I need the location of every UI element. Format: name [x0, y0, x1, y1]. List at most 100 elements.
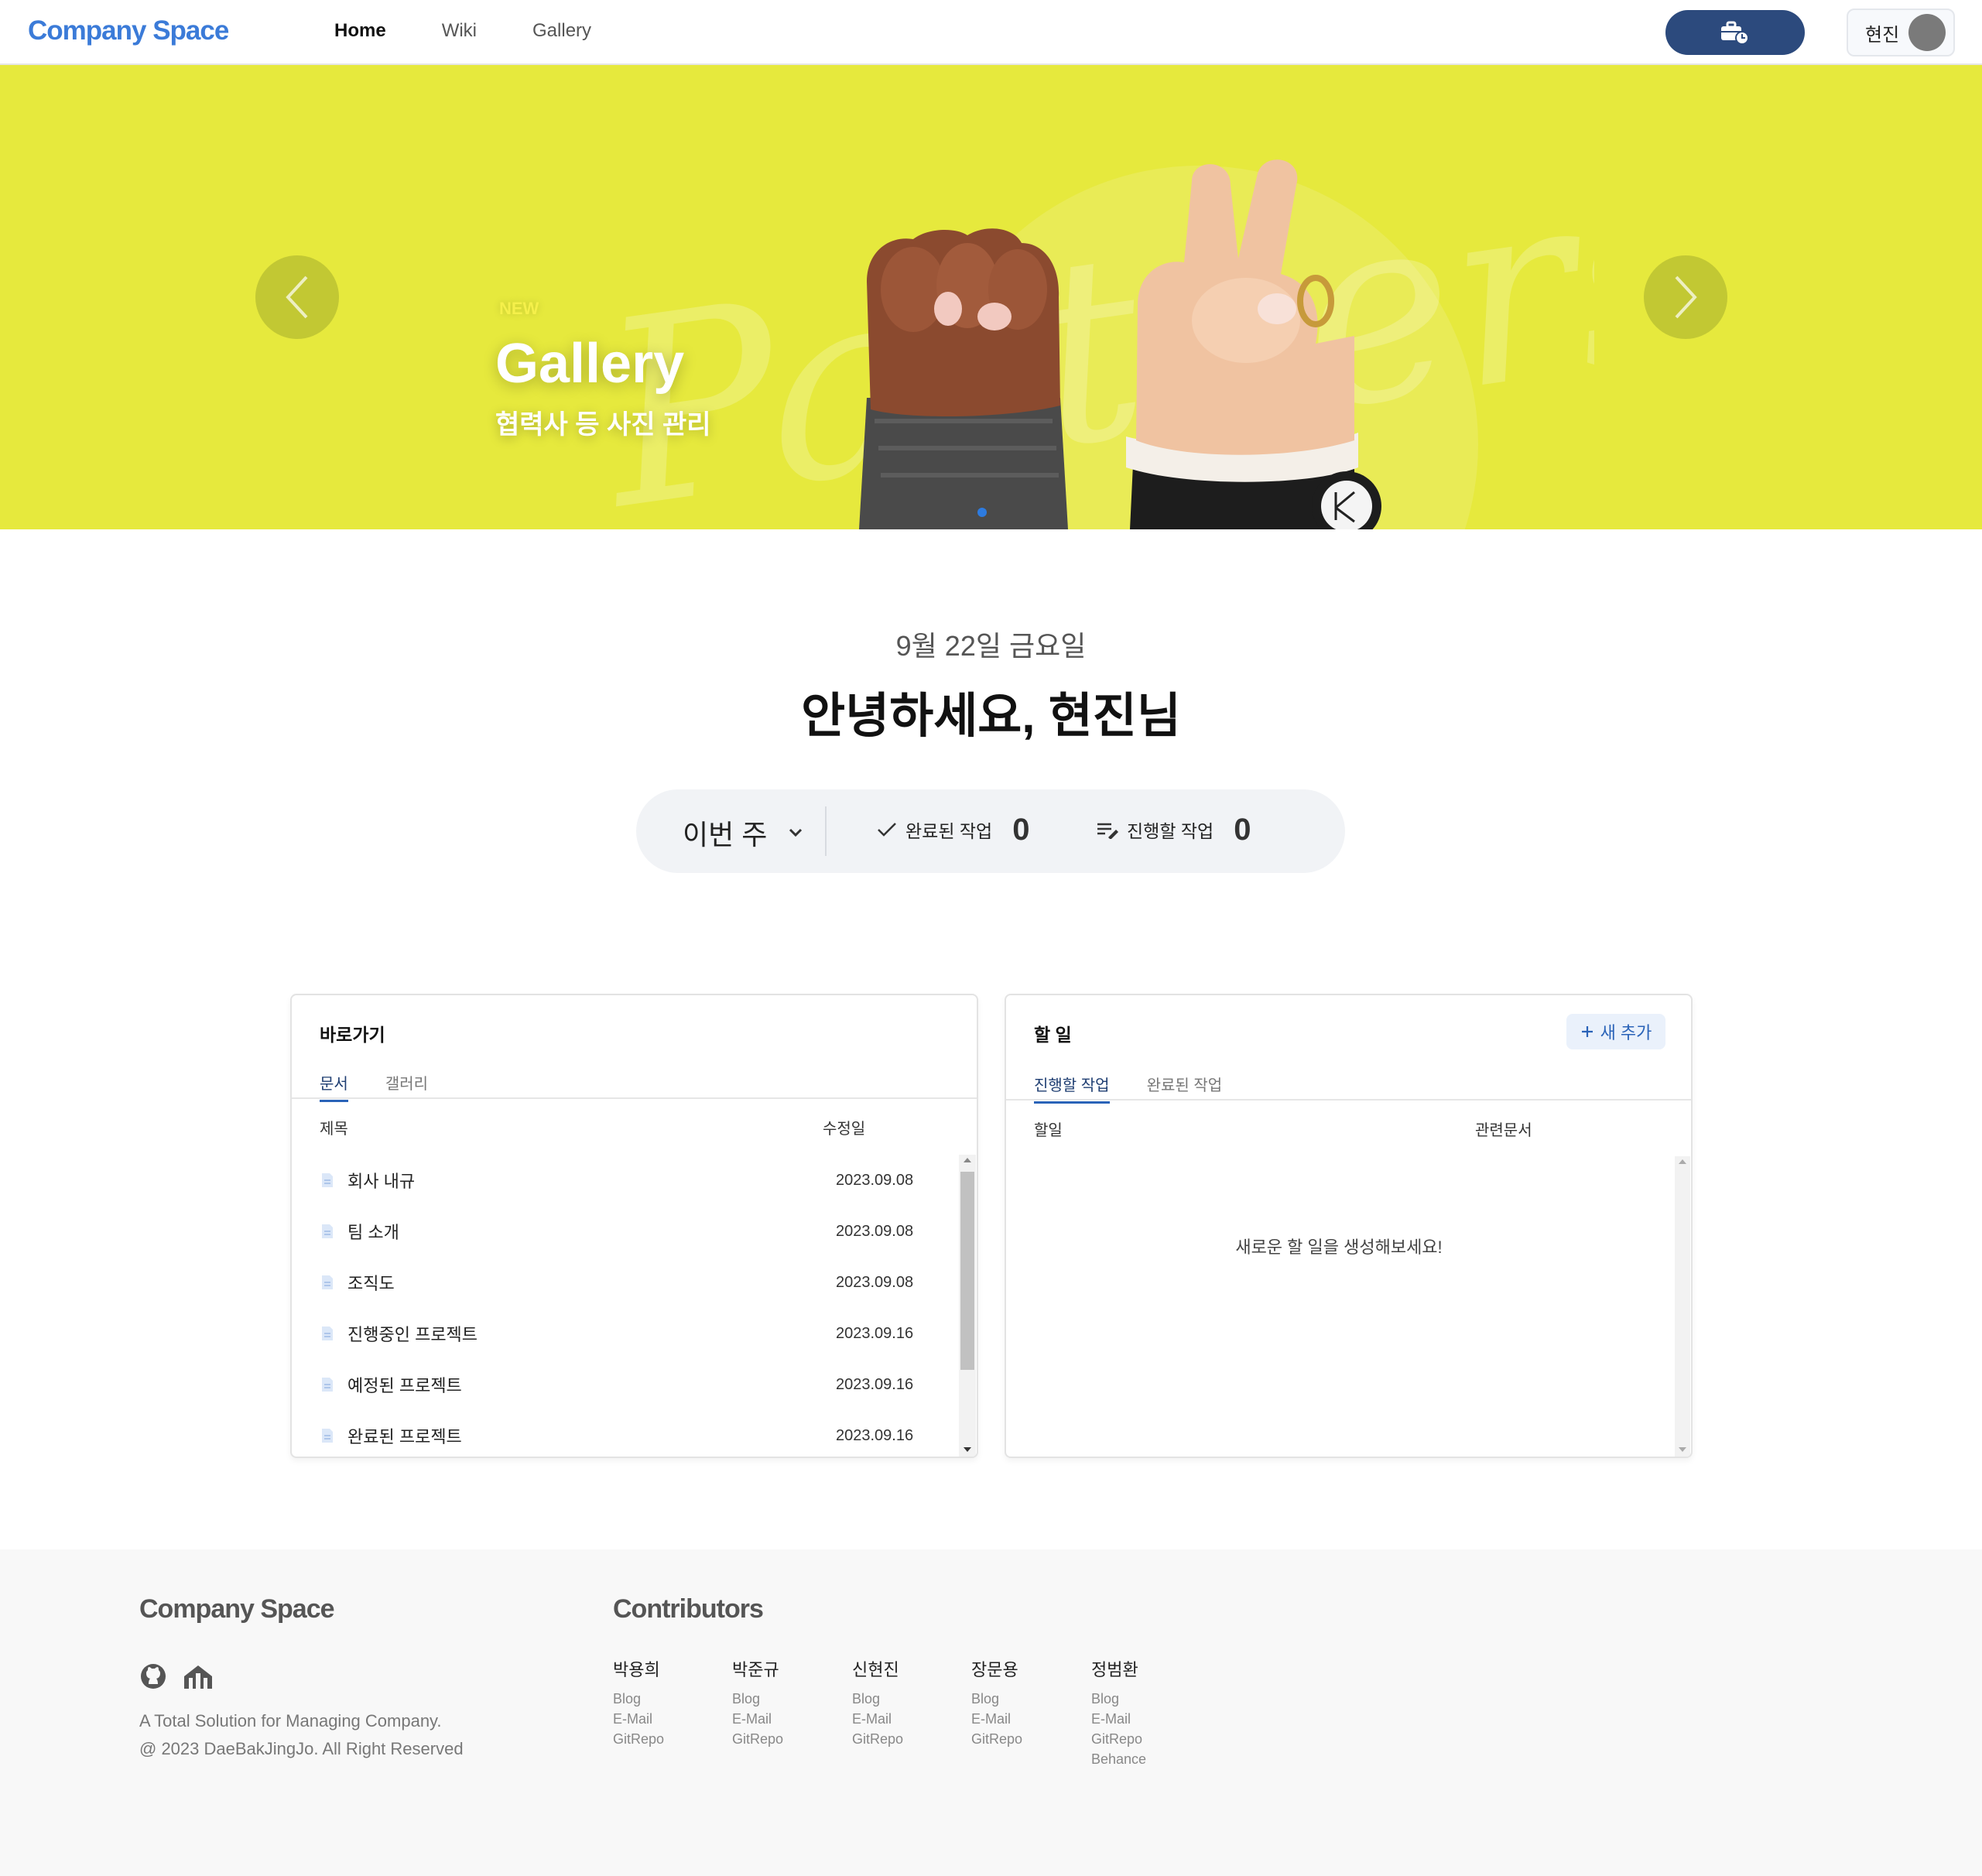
scroll-up-icon[interactable]: [963, 1156, 972, 1164]
main-nav: Home Wiki Gallery: [334, 20, 591, 42]
contributor: 정범환 Blog E-Mail GitRepo Behance: [1091, 1656, 1146, 1769]
nav-wiki[interactable]: Wiki: [442, 20, 477, 42]
gitrepo-link[interactable]: GitRepo: [732, 1729, 783, 1749]
period-select[interactable]: 이번 주: [683, 813, 803, 853]
carousel-indicator[interactable]: [977, 508, 987, 517]
gitrepo-link[interactable]: GitRepo: [613, 1729, 664, 1749]
contributor: 박용희 Blog E-Mail GitRepo: [613, 1656, 664, 1749]
period-select-value: 이번 주: [683, 819, 768, 851]
nav-gallery[interactable]: Gallery: [532, 20, 591, 42]
document-date: 2023.09.16: [836, 1375, 914, 1393]
user-name: 현진: [1865, 24, 1900, 46]
document-row[interactable]: 팀 소개 2023.09.08: [320, 1206, 931, 1257]
todo-title: 할 일: [1034, 1025, 1072, 1045]
scrollbar-thumb[interactable]: [960, 1172, 974, 1370]
email-link[interactable]: E-Mail: [613, 1709, 664, 1729]
contributor-name: 박준규: [732, 1660, 779, 1679]
chevron-right-icon: [1675, 276, 1697, 319]
banner-subtitle: 협력사 등 사진 관리: [495, 410, 711, 440]
app-logo[interactable]: Company Space: [28, 15, 229, 46]
add-todo-button[interactable]: 새 추가: [1566, 1014, 1665, 1049]
banner-next-button[interactable]: [1644, 255, 1727, 339]
document-icon: [322, 1275, 333, 1289]
contributor: 신현진 Blog E-Mail GitRepo: [852, 1656, 903, 1749]
todo-card: 할 일 새 추가 진행할 작업 완료된 작업 할일 관련문서 새로운 할 일을 …: [1005, 994, 1693, 1458]
completed-label: 완료된 작업: [905, 821, 993, 841]
plus-icon: [1581, 1026, 1593, 1037]
email-link[interactable]: E-Mail: [852, 1709, 903, 1729]
column-header-title: 제목: [320, 1121, 348, 1138]
user-menu-button[interactable]: 현진: [1847, 9, 1955, 56]
divider: [292, 1097, 977, 1099]
email-link[interactable]: E-Mail: [732, 1709, 783, 1729]
edit-list-icon: [1097, 823, 1118, 839]
scroll-down-icon[interactable]: [963, 1446, 972, 1453]
document-row[interactable]: 예정된 프로젝트 2023.09.16: [320, 1359, 931, 1410]
contributor-name: 정범환: [1091, 1660, 1138, 1679]
gitrepo-link[interactable]: GitRepo: [971, 1729, 1022, 1749]
column-header-modified: 수정일: [823, 1121, 866, 1138]
column-header-related-doc: 관련문서: [1475, 1122, 1532, 1139]
org-icon[interactable]: [181, 1662, 215, 1690]
document-icon: [322, 1429, 333, 1443]
contributors-title: Contributors: [613, 1594, 764, 1624]
github-icon[interactable]: [139, 1662, 167, 1690]
banner-new-badge: NEW: [499, 299, 539, 318]
shortcuts-title: 바로가기: [320, 1025, 385, 1045]
document-title: 조직도: [347, 1274, 395, 1293]
footer-description: A Total Solution for Managing Company. @…: [139, 1707, 464, 1763]
briefcase-clock-icon: [1721, 21, 1749, 45]
document-row[interactable]: 조직도 2023.09.08: [320, 1257, 931, 1308]
contributor-name: 장문용: [971, 1660, 1018, 1679]
nav-home[interactable]: Home: [334, 20, 386, 42]
column-header-task: 할일: [1034, 1122, 1063, 1139]
blog-link[interactable]: Blog: [1091, 1689, 1146, 1709]
footer-icons: [139, 1662, 215, 1690]
email-link[interactable]: E-Mail: [1091, 1709, 1146, 1729]
blog-link[interactable]: Blog: [971, 1689, 1022, 1709]
scroll-up-icon[interactable]: [1678, 1158, 1687, 1166]
behance-link[interactable]: Behance: [1091, 1749, 1146, 1769]
banner-prev-button[interactable]: [255, 255, 339, 339]
footer-copyright: @ 2023 DaeBakJingJo. All Right Reserved: [139, 1739, 464, 1758]
gitrepo-link[interactable]: GitRepo: [852, 1729, 903, 1749]
hero-banner: Partners NEW Gallery 협력사 등 사진 관리: [0, 65, 1982, 529]
chevron-left-icon: [286, 276, 308, 319]
add-todo-label: 새 추가: [1600, 1023, 1652, 1042]
contributor: 장문용 Blog E-Mail GitRepo: [971, 1656, 1022, 1749]
footer-tagline: A Total Solution for Managing Company.: [139, 1711, 442, 1731]
scrollbar[interactable]: [1675, 1156, 1690, 1457]
document-icon: [322, 1173, 333, 1187]
greeting-message: 안녕하세요, 현진님: [801, 690, 1181, 743]
document-row[interactable]: 완료된 프로젝트 2023.09.16: [320, 1410, 931, 1457]
document-row[interactable]: 회사 내규 2023.09.08: [320, 1155, 931, 1206]
gitrepo-link[interactable]: GitRepo: [1091, 1729, 1146, 1749]
document-icon: [322, 1378, 333, 1392]
todo-stat: 진행할 작업 0: [1096, 813, 1251, 847]
document-date: 2023.09.08: [836, 1222, 914, 1240]
document-icon: [322, 1224, 333, 1238]
document-title: 예정된 프로젝트: [347, 1376, 462, 1395]
banner-title: Gallery: [495, 333, 685, 395]
work-status-button[interactable]: [1665, 10, 1805, 55]
document-row[interactable]: 진행중인 프로젝트 2023.09.16: [320, 1308, 931, 1359]
blog-link[interactable]: Blog: [613, 1689, 664, 1709]
todo-label: 진행할 작업: [1127, 821, 1214, 841]
contributor-name: 박용희: [613, 1660, 660, 1679]
divider: [1006, 1099, 1691, 1101]
empty-todo-message: 새로운 할 일을 생성해보세요!: [1235, 1238, 1443, 1257]
document-date: 2023.09.08: [836, 1171, 914, 1189]
document-date: 2023.09.16: [836, 1426, 914, 1444]
contributor-name: 신현진: [852, 1660, 899, 1679]
weekly-stats-bar: 이번 주 완료된 작업 0 진행할 작업 0: [636, 789, 1345, 873]
document-title: 진행중인 프로젝트: [347, 1325, 478, 1344]
todo-count: 0: [1234, 813, 1251, 847]
footer-logo: Company Space: [139, 1594, 335, 1624]
email-link[interactable]: E-Mail: [971, 1709, 1022, 1729]
document-title: 회사 내규: [347, 1172, 416, 1191]
scroll-down-icon[interactable]: [1678, 1446, 1687, 1453]
divider: [825, 806, 827, 856]
document-icon: [322, 1327, 333, 1340]
blog-link[interactable]: Blog: [852, 1689, 903, 1709]
blog-link[interactable]: Blog: [732, 1689, 783, 1709]
